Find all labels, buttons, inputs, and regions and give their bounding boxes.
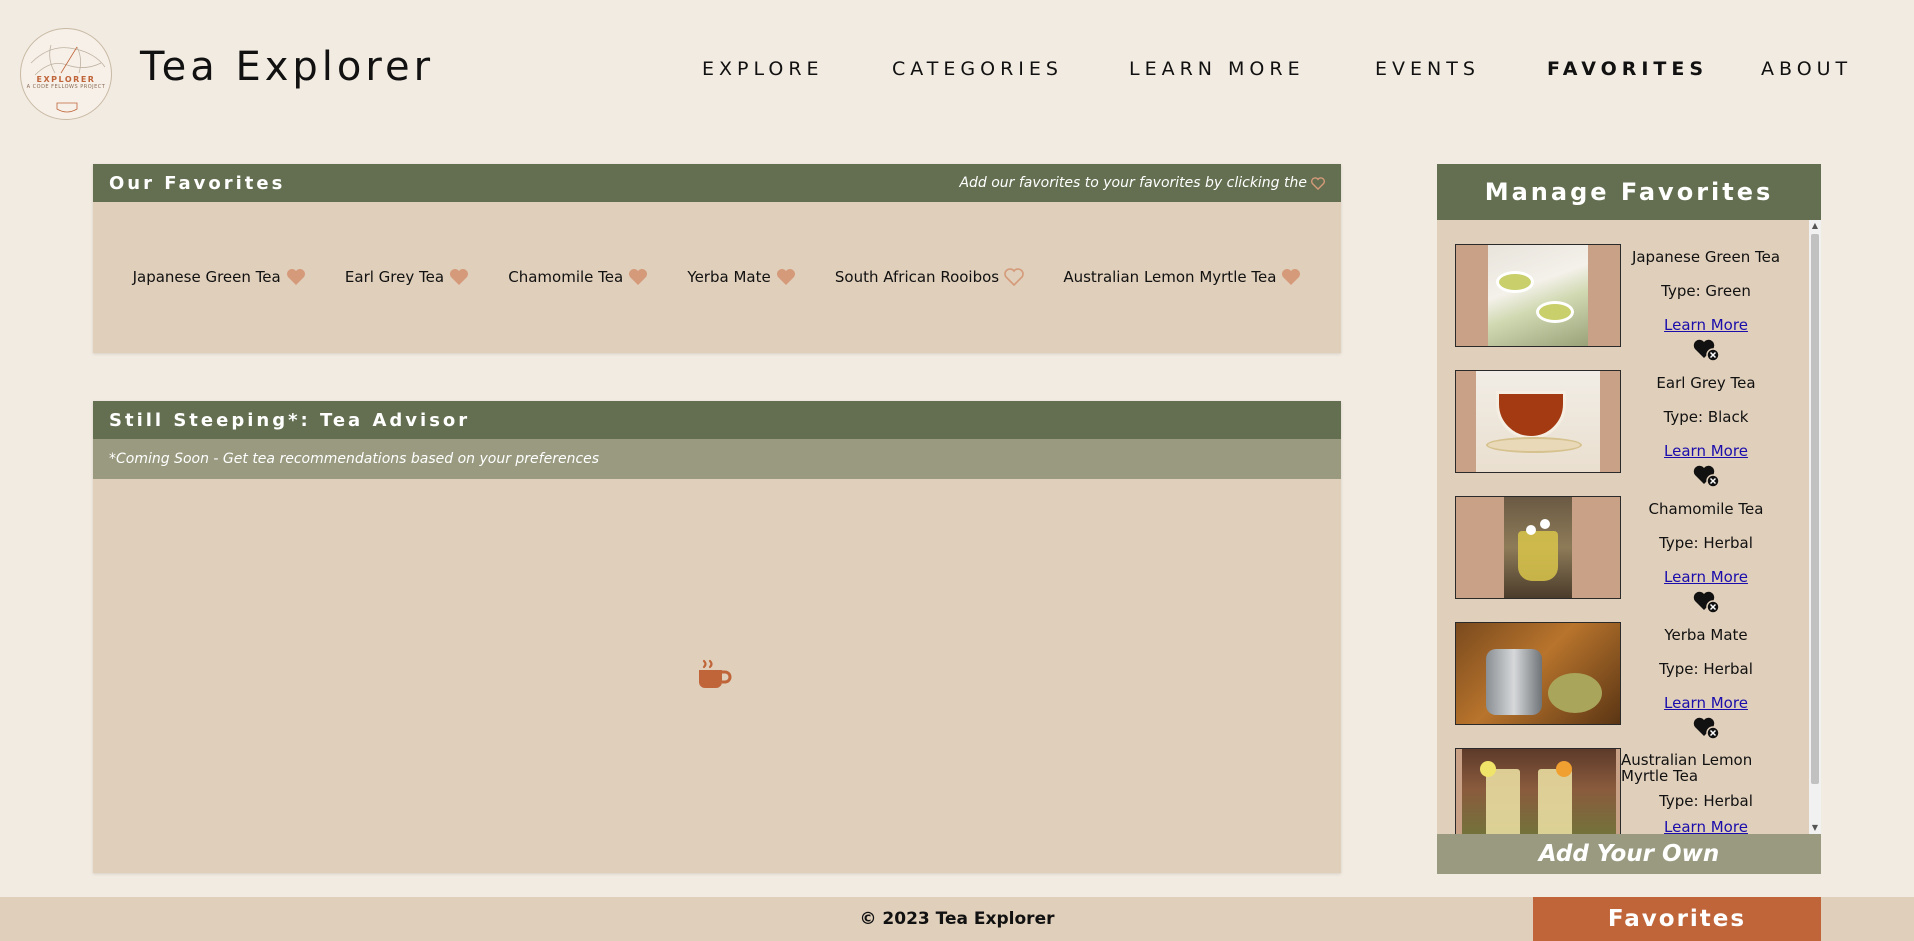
learn-more-link[interactable]: Learn More xyxy=(1621,694,1791,712)
learn-more-link[interactable]: Learn More xyxy=(1621,568,1791,586)
favorite-chip: Japanese Green Tea xyxy=(133,268,306,286)
manage-item-name: Yerba Mate xyxy=(1664,626,1748,644)
manage-favorites-panel: Manage Favorites Japanese Green Tea Type… xyxy=(1437,164,1821,874)
heart-filled-icon[interactable] xyxy=(1281,268,1301,286)
heart-filled-icon[interactable] xyxy=(776,268,796,286)
heart-filled-icon[interactable] xyxy=(286,268,306,286)
favorite-chip-label: Yerba Mate xyxy=(687,268,771,286)
favorite-chip: Earl Grey Tea xyxy=(345,268,469,286)
manage-favorites-list: Japanese Green Tea Type: Green Learn Mor… xyxy=(1437,220,1811,834)
nav-learn-more[interactable]: LEARN MORE xyxy=(1129,58,1305,80)
manage-item: Yerba Mate Type: Herbal Learn More xyxy=(1455,622,1805,742)
manage-item: Japanese Green Tea Type: Green Learn Mor… xyxy=(1455,244,1805,364)
heart-outline-icon[interactable] xyxy=(1004,268,1024,286)
learn-more-link[interactable]: Learn More xyxy=(1621,818,1791,834)
our-favorites-header: Our Favorites Add our favorites to your … xyxy=(93,164,1341,202)
manage-favorites-title: Manage Favorites xyxy=(1437,164,1821,220)
manage-item-type: Type: Herbal xyxy=(1659,792,1753,810)
favorites-tab-button[interactable]: Favorites xyxy=(1533,897,1821,941)
manage-item-type: Type: Herbal xyxy=(1659,660,1753,678)
scroll-up-icon[interactable]: ▲ xyxy=(1809,220,1821,232)
remove-favorite-icon[interactable] xyxy=(1692,590,1720,614)
nav-explore[interactable]: EXPLORE xyxy=(702,58,824,80)
manage-item-type: Type: Herbal xyxy=(1659,534,1753,552)
tea-advisor-body xyxy=(93,479,1341,874)
favorite-chip: Yerba Mate xyxy=(687,268,795,286)
earl-grey-teacup-image xyxy=(1455,370,1621,473)
tea-advisor-panel: Still Steeping*: Tea Advisor *Coming Soo… xyxy=(93,401,1341,873)
heart-outline-icon xyxy=(1311,176,1325,190)
our-favorites-hint: Add our favorites to your favorites by c… xyxy=(959,175,1325,191)
learn-more-link[interactable]: Learn More xyxy=(1621,442,1791,460)
learn-more-link[interactable]: Learn More xyxy=(1621,316,1791,334)
nav-events[interactable]: EVENTS xyxy=(1375,58,1480,80)
manage-item-name: Australian Lemon Myrtle Tea xyxy=(1621,751,1753,785)
nav-categories[interactable]: CATEGORIES xyxy=(892,58,1063,80)
favorite-chip-label: Chamomile Tea xyxy=(508,268,624,286)
favorite-chip-label: Japanese Green Tea xyxy=(132,268,281,286)
favorite-chip: Australian Lemon Myrtle Tea xyxy=(1063,268,1301,286)
add-your-own-button[interactable]: Add Your Own xyxy=(1437,834,1821,874)
hint-text: Add our favorites to your favorites by c… xyxy=(959,175,1307,191)
heart-filled-icon[interactable] xyxy=(449,268,469,286)
favorite-chip: Chamomile Tea xyxy=(508,268,648,286)
manage-item-type: Type: Black xyxy=(1663,408,1749,426)
tea-advisor-subtitle: *Coming Soon - Get tea recommendations b… xyxy=(93,439,1341,479)
nav-favorites[interactable]: FAVORITES xyxy=(1547,58,1708,80)
tea-advisor-title: Still Steeping*: Tea Advisor xyxy=(109,409,471,431)
manage-item-name: Earl Grey Tea xyxy=(1656,374,1756,392)
scroll-down-icon[interactable]: ▼ xyxy=(1809,822,1821,834)
heart-filled-icon[interactable] xyxy=(628,268,648,286)
main-nav: EXPLORE CATEGORIES LEARN MORE EVENTS FAV… xyxy=(0,58,1914,82)
nav-about[interactable]: ABOUT xyxy=(1761,58,1852,80)
remove-favorite-icon[interactable] xyxy=(1692,464,1720,488)
favorite-chip: South African Rooibos xyxy=(835,268,1024,286)
tea-advisor-header: Still Steeping*: Tea Advisor xyxy=(93,401,1341,439)
manage-favorites-scrollbar[interactable]: ▲ ▼ xyxy=(1809,220,1821,834)
our-favorites-title: Our Favorites xyxy=(109,172,286,194)
manage-item-name: Chamomile Tea xyxy=(1648,500,1764,518)
site-header: EXPLORER A CODE FELLOWS PROJECT Tea Expl… xyxy=(0,0,1914,140)
chamomile-glass-image xyxy=(1455,496,1621,599)
favorite-chip-label: Earl Grey Tea xyxy=(344,268,445,286)
manage-item: Australian Lemon Myrtle Tea Type: Herbal… xyxy=(1455,748,1805,834)
favorite-chip-label: South African Rooibos xyxy=(834,268,1000,286)
mug-hot-icon xyxy=(699,659,732,688)
remove-favorite-icon[interactable] xyxy=(1692,338,1720,362)
our-favorites-list: Japanese Green Tea Earl Grey Tea Chamomi… xyxy=(93,202,1341,352)
manage-item-type: Type: Green xyxy=(1661,282,1751,300)
manage-item: Earl Grey Tea Type: Black Learn More xyxy=(1455,370,1805,490)
favorite-chip-label: Australian Lemon Myrtle Tea xyxy=(1063,268,1277,286)
our-favorites-panel: Our Favorites Add our favorites to your … xyxy=(93,164,1341,353)
lemon-myrtle-glasses-image xyxy=(1455,748,1621,834)
manage-item: Chamomile Tea Type: Herbal Learn More xyxy=(1455,496,1805,616)
manage-item-name: Japanese Green Tea xyxy=(1631,248,1781,266)
logo-subtext: A CODE FELLOWS PROJECT xyxy=(26,83,106,90)
green-tea-cups-image xyxy=(1455,244,1621,347)
remove-favorite-icon[interactable] xyxy=(1692,716,1720,740)
yerba-mate-gourd-image xyxy=(1455,622,1621,725)
scroll-thumb[interactable] xyxy=(1811,234,1819,784)
